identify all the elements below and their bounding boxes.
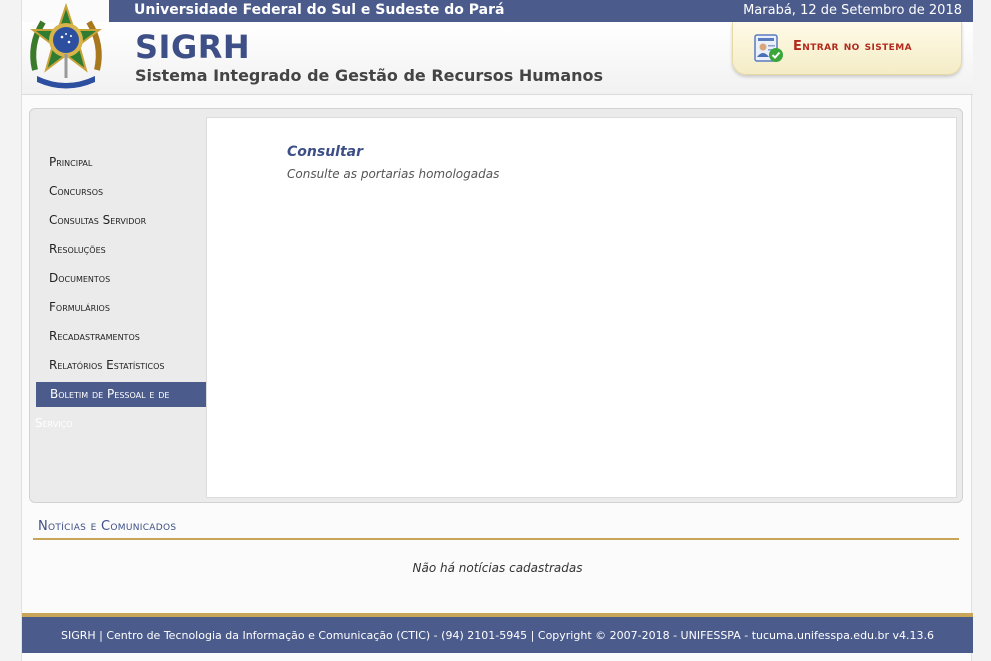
sidebar-item-concursos[interactable]: Concursos: [49, 184, 103, 198]
news-empty-message: Não há notícias cadastradas: [412, 561, 583, 575]
news-heading: Notícias e Comunicados: [38, 519, 177, 534]
consultar-description: Consulte as portarias homologadas: [287, 167, 500, 181]
content-area: Consultar Consulte as portarias homologa…: [206, 117, 957, 498]
sidebar-item-principal[interactable]: Principal: [49, 155, 92, 169]
footer: SIGRH | Centro de Tecnologia da Informaç…: [22, 613, 973, 653]
app-title: SIGRH: [135, 28, 251, 66]
sidebar-item-resolucoes[interactable]: Resoluções: [49, 242, 106, 256]
institution-name: Universidade Federal do Sul e Sudeste do…: [134, 2, 505, 18]
sidebar-item-recadastramentos[interactable]: Recadastramentos: [49, 329, 140, 343]
login-label: Entrar no sistema: [793, 39, 912, 54]
page: Universidade Federal do Sul e Sudeste do…: [21, 0, 973, 661]
sidebar-item-boletim-pessoal[interactable]: Boletim de Pessoal e de: [36, 382, 215, 407]
sidebar-item-consultas-servidor[interactable]: Consultas Servidor: [49, 213, 146, 227]
news-divider: [33, 538, 959, 540]
sidebar-item-relatorios-estatisticos[interactable]: Relatórios Estatísticos: [49, 358, 164, 372]
sidebar-menu: Principal Concursos Consultas Servidor R…: [30, 109, 215, 502]
header: SIGRH Sistema Integrado de Gestão de Rec…: [22, 2, 973, 95]
current-date: Marabá, 12 de Setembro de 2018: [743, 3, 962, 18]
login-button[interactable]: Entrar no sistema: [732, 22, 962, 75]
top-bar: Universidade Federal do Sul e Sudeste do…: [109, 0, 973, 23]
sidebar-item-overflow-text: Serviço: [35, 416, 73, 430]
footer-text: SIGRH | Centro de Tecnologia da Informaç…: [60, 629, 935, 642]
sidebar-item-documentos[interactable]: Documentos: [49, 271, 110, 285]
brazil-coat-of-arms-icon: [30, 2, 102, 89]
consultar-link[interactable]: Consultar: [287, 144, 363, 160]
sidebar-item-formularios[interactable]: Formulários: [49, 300, 110, 314]
app-subtitle: Sistema Integrado de Gestão de Recursos …: [135, 66, 604, 85]
main-panel: Principal Concursos Consultas Servidor R…: [29, 108, 963, 503]
id-card-check-icon: [754, 34, 783, 62]
